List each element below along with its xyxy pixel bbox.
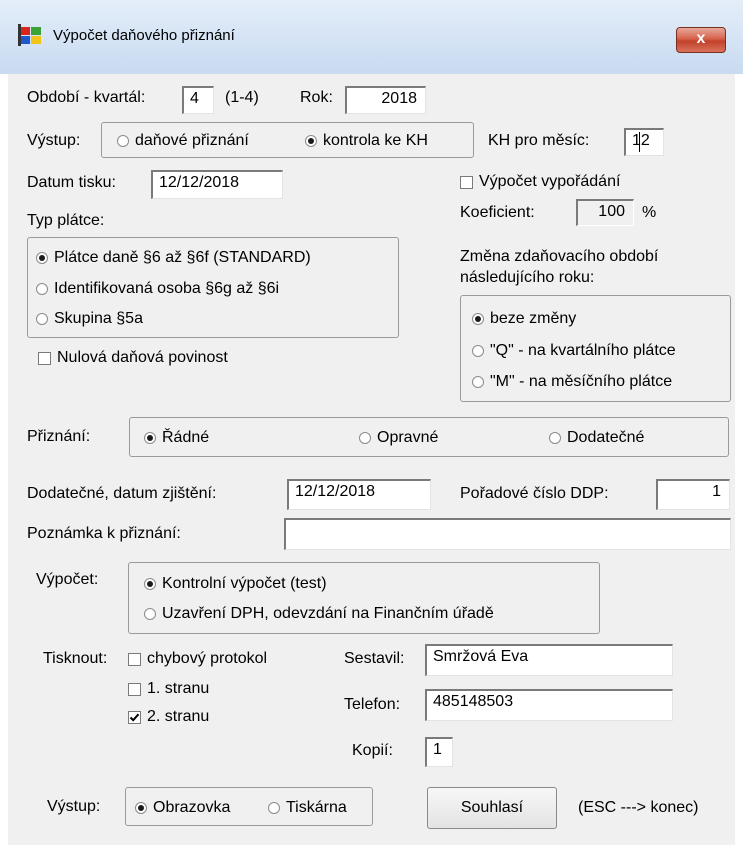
output-type-label: Výstup: bbox=[27, 132, 81, 149]
supplementary-date-label: Dodatečné, datum zjištění: bbox=[27, 485, 217, 502]
ddp-number-label: Pořadové číslo DDP: bbox=[460, 485, 609, 502]
radio-selected-icon bbox=[135, 802, 147, 814]
radio-selected-icon bbox=[472, 313, 484, 325]
radio-selected-icon bbox=[144, 578, 156, 590]
calculation-label: Výpočet: bbox=[36, 571, 99, 588]
phone-input[interactable]: 485148503 bbox=[425, 689, 673, 721]
quarter-range-hint: (1-4) bbox=[225, 89, 259, 106]
filing-label: Přiznání: bbox=[27, 428, 91, 445]
output-device-option-printer[interactable]: Tiskárna bbox=[268, 799, 347, 817]
output-type-group: daňové přiznání kontrola ke KH bbox=[101, 122, 474, 158]
radio-icon bbox=[359, 432, 371, 444]
coefficient-unit: % bbox=[642, 204, 657, 221]
print-date-input[interactable]: 12/12/2018 bbox=[151, 170, 283, 199]
period-change-option-quarterly[interactable]: "Q" - na kvartálního plátce bbox=[472, 342, 676, 360]
note-input[interactable] bbox=[284, 518, 731, 550]
payer-option-identified-person[interactable]: Identifikovaná osoba §6g až §6i bbox=[36, 280, 279, 298]
filing-option-supplementary[interactable]: Dodatečné bbox=[549, 429, 644, 447]
phone-label: Telefon: bbox=[344, 696, 401, 713]
print-page-2-checkbox[interactable]: 2. stranu bbox=[128, 708, 209, 726]
output-device-label: Výstup: bbox=[47, 798, 101, 815]
filing-option-regular[interactable]: Řádné bbox=[144, 429, 209, 447]
escape-hint: (ESC ---> konec) bbox=[578, 799, 699, 816]
period-change-group: beze změny "Q" - na kvartálního plátce "… bbox=[460, 295, 731, 402]
output-option-tax-return[interactable]: daňové přiznání bbox=[117, 132, 249, 150]
year-input[interactable]: 2018 bbox=[345, 86, 426, 114]
filing-group: Řádné Opravné Dodatečné bbox=[129, 417, 729, 457]
radio-icon bbox=[36, 313, 48, 325]
payer-option-standard[interactable]: Plátce daně §6 až §6f (STANDARD) bbox=[36, 249, 311, 267]
close-icon: x bbox=[696, 30, 706, 47]
window-title: Výpočet daňového přiznání bbox=[53, 27, 235, 44]
period-change-label-line2: následujícího roku: bbox=[460, 269, 595, 286]
checkbox-icon bbox=[128, 682, 141, 696]
calculation-option-close-vat[interactable]: Uzavření DPH, odevzdání na Finančním úřa… bbox=[144, 605, 494, 623]
radio-selected-icon bbox=[36, 252, 48, 264]
period-change-label-line1: Změna zdaňovacího období bbox=[460, 248, 659, 265]
copies-label: Kopií: bbox=[352, 742, 393, 759]
radio-icon bbox=[472, 376, 484, 388]
radio-icon bbox=[472, 345, 484, 357]
close-button[interactable]: x bbox=[676, 27, 726, 53]
radio-selected-icon bbox=[144, 432, 156, 444]
radio-icon bbox=[144, 608, 156, 620]
settlement-checkbox[interactable]: Výpočet vypořádání bbox=[460, 173, 620, 191]
radio-icon bbox=[117, 135, 129, 147]
checkbox-checked-icon bbox=[128, 710, 141, 724]
dialog-client: Období - kvartál: 4 (1-4) Rok: 2018 Výst… bbox=[8, 74, 735, 845]
compiled-by-label: Sestavil: bbox=[344, 650, 405, 667]
zero-duty-checkbox[interactable]: Nulová daňová povinost bbox=[38, 349, 228, 367]
print-error-protocol-checkbox[interactable]: chybový protokol bbox=[128, 650, 267, 668]
output-device-group: Obrazovka Tiskárna bbox=[125, 787, 373, 826]
period-label: Období - kvartál: bbox=[27, 89, 146, 106]
coefficient-label: Koeficient: bbox=[460, 204, 535, 221]
radio-icon bbox=[268, 802, 280, 814]
checkbox-icon bbox=[460, 175, 473, 189]
period-change-option-none[interactable]: beze změny bbox=[472, 310, 576, 328]
supplementary-date-input[interactable]: 12/12/2018 bbox=[287, 479, 431, 510]
kh-month-label: KH pro měsíc: bbox=[488, 132, 590, 149]
output-device-option-screen[interactable]: Obrazovka bbox=[135, 799, 230, 817]
payer-option-group[interactable]: Skupina §5a bbox=[36, 310, 143, 328]
kh-month-input[interactable]: 12 bbox=[624, 128, 664, 156]
dialog-window: Výpočet daňového přiznání x Období - kva… bbox=[0, 0, 743, 845]
print-label: Tisknout: bbox=[43, 650, 108, 667]
checkbox-icon bbox=[38, 351, 51, 365]
ddp-number-input[interactable]: 1 bbox=[656, 479, 730, 510]
app-icon bbox=[18, 24, 41, 46]
copies-input[interactable]: 1 bbox=[425, 737, 453, 767]
radio-selected-icon bbox=[305, 135, 317, 147]
period-change-option-monthly[interactable]: "M" - na měsíčního plátce bbox=[472, 373, 672, 391]
payer-type-group: Plátce daně §6 až §6f (STANDARD) Identif… bbox=[27, 237, 399, 338]
agree-button[interactable]: Souhlasí bbox=[427, 787, 557, 829]
year-label: Rok: bbox=[300, 89, 333, 106]
checkbox-icon bbox=[128, 652, 141, 666]
calculation-option-test[interactable]: Kontrolní výpočet (test) bbox=[144, 575, 327, 593]
radio-icon bbox=[549, 432, 561, 444]
print-page-1-checkbox[interactable]: 1. stranu bbox=[128, 680, 209, 698]
title-bar[interactable]: Výpočet daňového přiznání x bbox=[0, 0, 743, 74]
quarter-input[interactable]: 4 bbox=[182, 86, 214, 114]
compiled-by-input[interactable]: Smržová Eva bbox=[425, 644, 673, 676]
payer-type-label: Typ plátce: bbox=[27, 212, 105, 229]
radio-icon bbox=[36, 283, 48, 295]
text-caret bbox=[639, 132, 640, 152]
note-label: Poznámka k přiznání: bbox=[27, 525, 181, 542]
coefficient-input[interactable]: 100 bbox=[576, 199, 634, 226]
filing-option-corrective[interactable]: Opravné bbox=[359, 429, 438, 447]
output-option-kh-check[interactable]: kontrola ke KH bbox=[305, 132, 428, 150]
print-date-label: Datum tisku: bbox=[27, 174, 116, 191]
calculation-group: Kontrolní výpočet (test) Uzavření DPH, o… bbox=[128, 562, 600, 634]
